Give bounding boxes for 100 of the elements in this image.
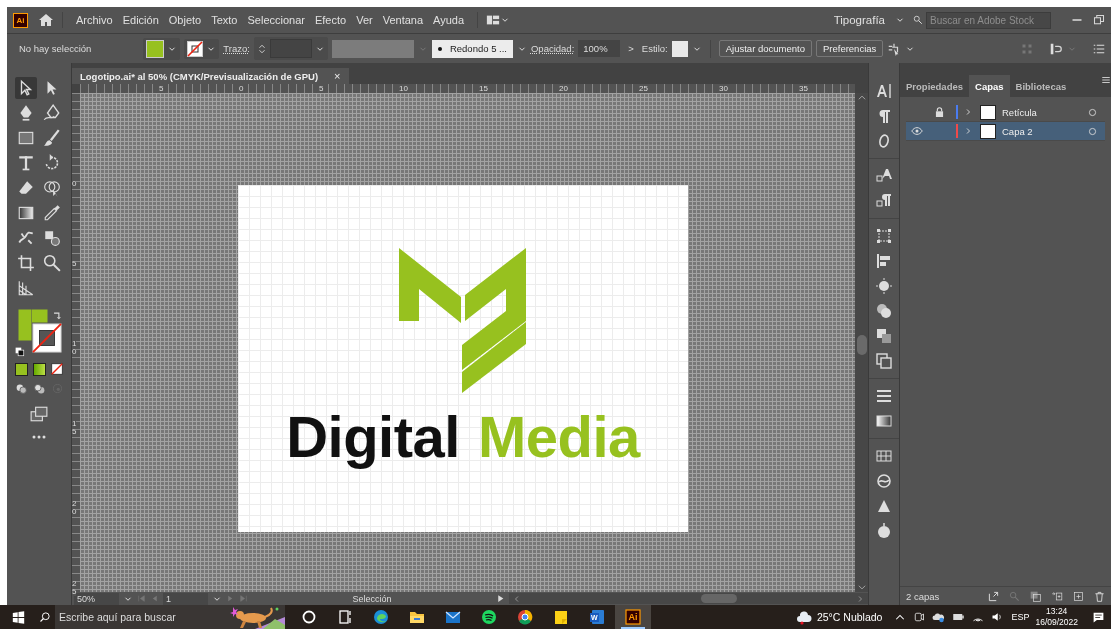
draw-behind-icon[interactable] xyxy=(32,382,46,395)
layers-stack-icon[interactable] xyxy=(876,353,892,369)
ruler-label: 20 xyxy=(558,84,569,93)
close-tab-button[interactable]: × xyxy=(334,70,341,82)
home-icon[interactable] xyxy=(38,12,54,28)
volume-icon[interactable] xyxy=(991,611,1004,623)
layer-name[interactable]: Capa 2 xyxy=(1002,125,1088,137)
ruler-label: 0 xyxy=(72,180,77,188)
panel-menu-icon[interactable] xyxy=(1101,75,1111,85)
horizontal-scrollbar[interactable] xyxy=(509,593,868,604)
draw-normal-icon[interactable] xyxy=(14,382,28,395)
target-circle-icon[interactable] xyxy=(1088,126,1097,136)
new-sublayer-icon[interactable] xyxy=(1051,590,1063,602)
character-icon[interactable] xyxy=(876,83,892,99)
menu-item[interactable]: Efecto xyxy=(309,14,352,26)
brush-dropdown[interactable]: Redondo 5 ... xyxy=(431,39,513,58)
scroll-thumb[interactable] xyxy=(856,335,867,355)
menu-item[interactable]: Archivo xyxy=(71,14,118,26)
new-layer-icon[interactable] xyxy=(1073,590,1084,602)
battery-icon[interactable] xyxy=(952,611,966,623)
play-icon[interactable] xyxy=(496,594,505,603)
notifications-icon[interactable] xyxy=(1092,610,1105,624)
symbols-icon[interactable] xyxy=(876,498,892,514)
opacity-arrow[interactable]: > xyxy=(624,43,638,54)
paragraph-icon[interactable] xyxy=(876,108,892,124)
chevron-right-icon[interactable] xyxy=(964,108,972,116)
menu-item[interactable]: Objeto xyxy=(163,14,207,26)
stroke-label[interactable]: Trazo: xyxy=(223,43,250,54)
cloud-icon[interactable] xyxy=(794,609,813,625)
menu-item[interactable]: Texto xyxy=(206,14,243,26)
menu-item[interactable]: Ventana xyxy=(377,14,429,26)
stroke-icon[interactable] xyxy=(876,388,892,404)
gradient-icon[interactable] xyxy=(876,413,892,429)
fill-color-swatch[interactable] xyxy=(18,309,32,341)
chevron-down-icon[interactable] xyxy=(856,582,867,592)
scroll-thumb[interactable] xyxy=(701,594,737,603)
panel-tab[interactable]: Propiedades xyxy=(900,75,970,97)
transform-icon[interactable] xyxy=(876,228,892,244)
pathfinder-icon[interactable] xyxy=(876,328,892,344)
opacity-label[interactable]: Opacidad: xyxy=(531,43,575,54)
logo-word: Media xyxy=(477,405,640,469)
no-stroke-swatch-icon[interactable] xyxy=(32,323,62,353)
panel-tab[interactable]: Bibliotecas xyxy=(1009,75,1073,97)
style-label: Estilo: xyxy=(641,43,668,54)
fill-color-swatch[interactable] xyxy=(32,309,48,323)
fill-swatch[interactable] xyxy=(146,39,165,58)
windows-start-icon[interactable] xyxy=(12,610,25,624)
current-tool-status[interactable]: Selección xyxy=(252,593,492,604)
restore-icon[interactable] xyxy=(1093,14,1105,26)
language-indicator[interactable]: ESP xyxy=(1011,612,1030,622)
target-circle-icon[interactable] xyxy=(1088,107,1097,117)
color-mode-swatch[interactable] xyxy=(15,363,28,376)
no-stroke-swatch-icon[interactable] xyxy=(187,40,204,57)
layer-row[interactable]: Capa 2 xyxy=(906,122,1105,141)
align-icon[interactable] xyxy=(876,253,892,269)
search-icon xyxy=(39,611,51,623)
layout-icon[interactable] xyxy=(486,13,501,27)
swatches-icon[interactable] xyxy=(876,448,892,464)
page-field[interactable]: 1 xyxy=(163,592,208,605)
default-colors-icon[interactable] xyxy=(15,347,25,357)
layer-name[interactable]: Retícula xyxy=(1002,106,1088,118)
zoom-icon[interactable] xyxy=(41,252,63,274)
character-styles-icon[interactable] xyxy=(876,168,892,184)
opacity-field[interactable]: 100% xyxy=(578,40,621,57)
menu-item[interactable]: Seleccionar xyxy=(242,14,310,26)
none-mode-icon[interactable] xyxy=(51,363,63,375)
artboard-icon[interactable] xyxy=(15,252,37,274)
clipping-mask-icon[interactable] xyxy=(1030,590,1041,602)
menu-item[interactable]: Ver xyxy=(351,14,378,26)
export-icon[interactable] xyxy=(988,590,999,602)
eye-icon[interactable] xyxy=(911,127,923,135)
color-guide-icon[interactable] xyxy=(876,523,892,539)
workspace-switcher[interactable]: Tipografía xyxy=(833,14,885,26)
weather-status[interactable]: 25°C Nublado xyxy=(816,611,883,623)
more-tools-icon[interactable] xyxy=(31,433,47,441)
document-tab[interactable]: Logotipo.ai* al 50% (CMYK/Previsualización de GPU) × xyxy=(72,68,349,84)
taskbar-app[interactable]: Ai xyxy=(615,605,651,629)
graphic-styles-icon[interactable] xyxy=(876,303,892,319)
style-swatch[interactable] xyxy=(671,40,688,57)
menu-icon[interactable] xyxy=(1093,42,1105,55)
menu-item[interactable]: Edición xyxy=(117,14,164,26)
brushes-icon[interactable] xyxy=(876,473,892,489)
align-icon[interactable] xyxy=(1049,41,1063,56)
panel-tab[interactable]: Capas xyxy=(969,75,1010,97)
screen-mode-icon[interactable] xyxy=(30,405,48,423)
clock[interactable]: 13:24 16/09/2022 xyxy=(1035,606,1078,628)
lock-icon[interactable] xyxy=(934,107,944,117)
onedrive-icon[interactable] xyxy=(932,611,946,623)
toolbar-button[interactable]: Preferencias xyxy=(815,40,884,57)
paragraph-styles-icon[interactable] xyxy=(876,193,892,209)
gradient-mode-swatch[interactable] xyxy=(33,363,46,376)
opentype-icon[interactable] xyxy=(876,133,892,149)
toolbar-button[interactable]: Ajustar documento xyxy=(718,40,812,57)
delete-icon[interactable] xyxy=(1094,590,1105,602)
search-field[interactable]: Buscar en Adobe Stock xyxy=(926,11,1051,29)
appearance-icon[interactable] xyxy=(876,278,892,294)
menu-item[interactable]: Ayuda xyxy=(428,14,470,26)
meet-icon[interactable] xyxy=(913,611,926,623)
swap-arrow-icon[interactable] xyxy=(52,309,63,320)
taskbar-search-field[interactable]: Escribe aquí para buscar xyxy=(55,605,225,629)
